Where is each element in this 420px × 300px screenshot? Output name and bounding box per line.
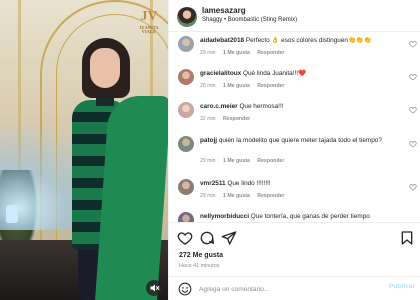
comment-age: 32 min (200, 116, 216, 122)
action-bar (169, 222, 420, 252)
bookmark-icon[interactable] (399, 230, 415, 246)
comment-body: quién la modelito que quiere meter tajad… (218, 137, 382, 144)
author-username[interactable]: lamesazarg (202, 6, 246, 15)
commenter-avatar[interactable] (178, 102, 194, 118)
commenter-avatar[interactable] (178, 69, 194, 85)
comment-meta: 32 min Responder (200, 116, 256, 122)
comment-text: patojj quién la modelito que quiere mete… (200, 137, 400, 145)
comment-text: nellymorbiducci Que tontería, que ganas … (200, 213, 400, 221)
author-avatar[interactable] (177, 7, 197, 27)
commenter-avatar[interactable] (178, 212, 194, 222)
share-icon[interactable] (221, 230, 237, 246)
comment-body: Perfecto 👌 esos colores distinguen👏👏👏 (245, 37, 372, 44)
comment-likes[interactable]: 1 Me gusta (223, 158, 250, 164)
comment-body: Que hermosa!!! (239, 103, 284, 110)
comment-meta: 29 min 1 Me gusta Responder (200, 193, 290, 199)
comment-text: aidadebat2018 Perfecto 👌 esos colores di… (200, 37, 400, 45)
commenter-avatar[interactable] (178, 36, 194, 52)
reply-button[interactable]: Responder (223, 116, 250, 122)
comment-icon[interactable] (199, 230, 215, 246)
post-timestamp[interactable]: Hace 41 minutos (179, 263, 219, 269)
comment-body: Que lindo !!!!!!!! (227, 180, 271, 187)
reply-button[interactable]: Responder (257, 83, 284, 89)
commenter-avatar[interactable] (178, 179, 194, 195)
watermark-logo: JV JUANITA VIALE (136, 8, 162, 34)
comment-meta: 29 min 1 Me gusta Responder (200, 158, 290, 164)
commenter-username[interactable]: nellymorbiducci (200, 213, 249, 220)
commenter-username[interactable]: vmr2511 (200, 180, 226, 187)
comment-age: 29 min (200, 158, 216, 164)
reply-button[interactable]: Responder (257, 50, 284, 56)
heart-icon[interactable] (409, 140, 417, 148)
comment-input[interactable] (199, 282, 369, 296)
comment-text: caro.c.meier Que hermosa!!! (200, 103, 400, 111)
heart-icon[interactable] (409, 106, 417, 114)
heart-icon[interactable] (409, 73, 417, 81)
post-sidebar: lamesazarg Shaggy • Boombastic (Sting Re… (168, 0, 420, 300)
commenter-avatar[interactable] (178, 136, 194, 152)
commenter-username[interactable]: gracielalitoux (200, 70, 241, 77)
heart-icon[interactable] (409, 40, 417, 48)
heart-icon[interactable] (409, 183, 417, 191)
comment-age: 29 min (200, 193, 216, 199)
comment-age: 28 min (200, 83, 216, 89)
instagram-post: JV JUANITA VIALE lamesazarg Shaggy • Boo… (0, 0, 420, 300)
spotlight-lamp (6, 205, 18, 223)
commenter-username[interactable]: caro.c.meier (200, 103, 238, 110)
audio-track[interactable]: Shaggy • Boombastic (Sting Remix) (202, 17, 297, 23)
comment-meta: 28 min 1 Me gusta Responder (200, 83, 290, 89)
mute-button[interactable] (146, 280, 162, 296)
comment-likes[interactable]: 1 Me gusta (223, 83, 250, 89)
post-header: lamesazarg Shaggy • Boombastic (Sting Re… (169, 0, 420, 32)
reply-button[interactable]: Responder (257, 158, 284, 164)
watermark-letters: JV (140, 9, 158, 24)
mute-icon (150, 284, 160, 292)
comment-age: 29 min (200, 50, 216, 56)
reply-button[interactable]: Responder (257, 193, 284, 199)
watermark-caption: JUANITA VIALE (139, 25, 159, 34)
comment-body: Qué linda Juanita!!!❤️ (242, 70, 307, 77)
commenter-username[interactable]: aidadebat2018 (200, 37, 244, 44)
comment-text: vmr2511 Que lindo !!!!!!!! (200, 180, 400, 188)
comment-likes[interactable]: 1 Me gusta (223, 50, 250, 56)
comment-text: gracielalitoux Qué linda Juanita!!!❤️ (200, 70, 400, 78)
like-count[interactable]: 272 Me gusta (179, 252, 223, 259)
post-media[interactable]: JV JUANITA VIALE (0, 0, 168, 300)
comment-likes[interactable]: 1 Me gusta (223, 193, 250, 199)
comments-list[interactable]: aidadebat2018 Perfecto 👌 esos colores di… (169, 32, 420, 222)
comment-meta: 29 min 1 Me gusta Responder (200, 50, 290, 56)
commenter-username[interactable]: patojj (200, 137, 217, 144)
comment-composer: Publicar (169, 276, 420, 300)
heart-icon[interactable] (177, 230, 193, 246)
comment-body: Que tontería, que ganas de perder tiempo (250, 213, 370, 220)
post-comment-button[interactable]: Publicar (389, 283, 415, 290)
emoji-icon[interactable] (178, 282, 192, 296)
woman-face (90, 48, 120, 88)
